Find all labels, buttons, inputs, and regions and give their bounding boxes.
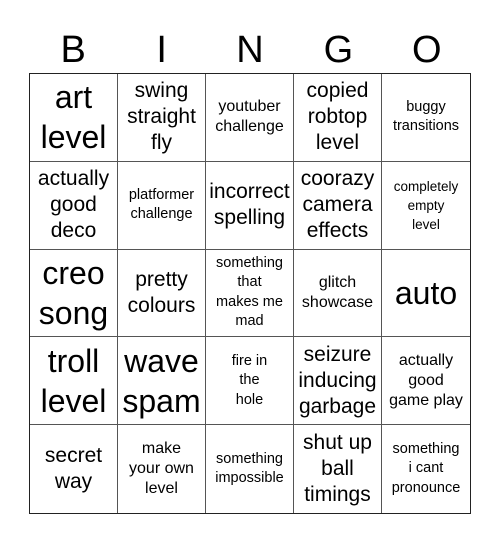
bingo-cell[interactable]: auto [382,250,470,338]
bingo-cell-text: shut up ball timings [303,431,372,507]
bingo-cell[interactable]: seizure inducing garbage [294,337,382,426]
bingo-cell-text: pretty colours [127,267,196,317]
header-letter-b: B [60,29,86,71]
bingo-cell[interactable]: something i cant pronounce [382,425,470,513]
bingo-cell[interactable]: swing straight fly [118,74,206,162]
bingo-cell[interactable]: art level [30,74,118,162]
bingo-cell[interactable]: shut up ball timings [294,425,382,513]
bingo-cell[interactable]: actually good game play [382,337,470,426]
bingo-cell-text: actually good deco [37,167,110,243]
bingo-cell[interactable]: glitch showcase [294,249,382,338]
bingo-cell-text: buggy transitions [392,98,460,135]
bingo-cell-text: fire in the hole [231,352,268,408]
bingo-cell-text: actually good game play [389,351,463,409]
bingo-cell[interactable]: youtuber challenge [206,74,294,162]
bingo-cell[interactable]: fire in the hole [206,337,294,426]
bingo-cell-text: something impossible [215,450,284,487]
bingo-board: art level swing straight fly youtuber challeng… [29,73,471,514]
bingo-cell[interactable]: pretty colours [118,249,206,338]
header-letter-g: G [323,29,354,71]
header-letter-o: O [412,29,442,71]
bingo-cell-text: something that makes me mad [216,254,283,330]
bingo-cell-text: swing straight fly [127,79,196,155]
bingo-cell-text: auto [394,274,458,311]
bingo-cell[interactable]: completely empty level [382,162,470,250]
bingo-cell-text: coorazy camera effects [300,167,375,243]
header-letter-n: N [236,29,264,71]
bingo-cell-text: troll level [40,342,107,419]
bingo-cell[interactable]: copied robtop level [294,74,382,162]
bingo-cell-text: creo song [38,254,109,331]
bingo-header: B I N G O [29,26,471,74]
bingo-cell-text: secret way [44,444,103,494]
bingo-cell-text: incorrect spelling [209,180,290,230]
bingo-cell[interactable]: creo song [30,249,118,338]
bingo-cell-text: something i cant pronounce [391,440,461,496]
bingo-cell-text: completely empty level [393,178,459,232]
bingo-cell[interactable]: buggy transitions [382,74,470,162]
bingo-cell[interactable]: wave spam [118,337,206,426]
bingo-cell[interactable]: incorrect spelling [206,161,294,250]
bingo-cell[interactable]: something that makes me mad [206,249,294,338]
bingo-cell-text: youtuber challenge [215,98,284,136]
bingo-cell-text: glitch showcase [301,273,374,311]
bingo-cell-text: copied robtop level [306,79,369,155]
bingo-cell[interactable]: make your own level [118,425,206,513]
bingo-cell-text: art level [40,79,107,156]
bingo-cell[interactable]: coorazy camera effects [294,161,382,250]
bingo-cell-text: platformer challenge [128,186,195,223]
bingo-cell-text: seizure inducing garbage [298,342,377,418]
bingo-cell[interactable]: actually good deco [30,161,118,250]
bingo-cell[interactable]: something impossible [206,425,294,513]
bingo-cell[interactable]: platformer challenge [118,161,206,250]
header-letter-i: I [156,29,167,71]
bingo-cell-text: make your own level [129,440,194,498]
bingo-cell-text: wave spam [122,342,201,419]
bingo-cell[interactable]: secret way [30,425,118,513]
bingo-cell[interactable]: troll level [30,337,118,426]
